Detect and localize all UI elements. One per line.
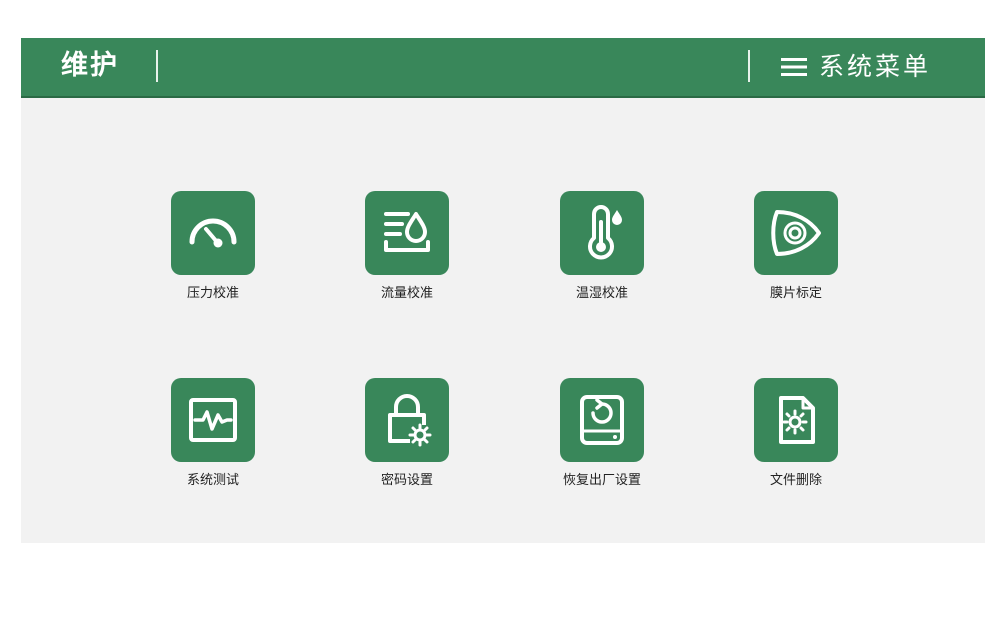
tile-label: 膜片标定 [769, 286, 822, 301]
diaphragm-icon [754, 191, 838, 275]
tile-flow-calibration[interactable]: 流量校准 [352, 191, 462, 311]
tile-file-delete[interactable]: 文件删除 [741, 378, 851, 498]
tile-factory-reset[interactable]: 恢复出厂设置 [547, 378, 657, 498]
tile-label: 文件删除 [769, 473, 822, 488]
restore-drive-icon [560, 378, 644, 462]
flow-icon [365, 191, 449, 275]
tile-label: 流量校准 [380, 286, 433, 301]
tile-label: 系统测试 [186, 473, 239, 488]
gauge-icon [171, 191, 255, 275]
tile-label: 压力校准 [186, 286, 239, 301]
waveform-icon [171, 378, 255, 462]
tile-label: 温湿校准 [575, 286, 628, 301]
tile-diaphragm-calibration[interactable]: 膜片标定 [741, 191, 851, 311]
file-gear-icon [754, 378, 838, 462]
function-grid: 压力校准 流量校准 温湿校准 膜片标定 系统测试 密码设置 恢复出厂设置 文件删… [21, 38, 985, 543]
tile-label: 密码设置 [380, 473, 433, 488]
maintenance-screen: 维护 系统菜单 压力校准 流量校准 温湿校准 膜片标定 系统测试 密码设置 恢复… [21, 38, 985, 543]
tile-system-test[interactable]: 系统测试 [158, 378, 268, 498]
lock-gear-icon [365, 378, 449, 462]
tile-pressure-calibration[interactable]: 压力校准 [158, 191, 268, 311]
tile-password-settings[interactable]: 密码设置 [352, 378, 462, 498]
tile-label: 恢复出厂设置 [562, 473, 641, 488]
tile-temp-humidity-calibration[interactable]: 温湿校准 [547, 191, 657, 311]
thermometer-icon [560, 191, 644, 275]
